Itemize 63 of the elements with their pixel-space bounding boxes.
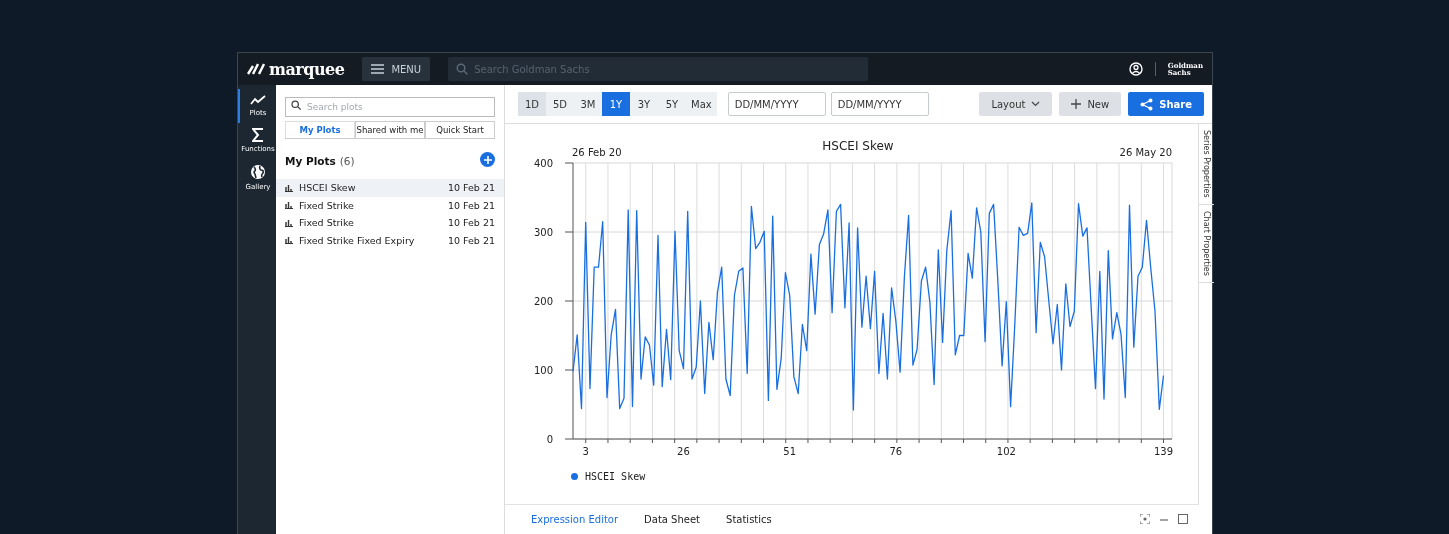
range-button[interactable]: 3M (574, 92, 602, 116)
y-tick-label: 300 (533, 226, 553, 238)
start-date-label: 26 Feb 20 (572, 147, 622, 158)
plot-list-item[interactable]: Fixed Strike 10 Feb 21 (276, 214, 504, 232)
range-button[interactable]: 5D (546, 92, 574, 116)
range-button[interactable]: 1D (518, 92, 546, 116)
tab[interactable]: Expression Editor (523, 513, 627, 525)
side-tab[interactable]: Chart Properties (1199, 204, 1214, 283)
logo-text: marquee (269, 59, 345, 79)
menu-icon (371, 64, 385, 74)
side-tab[interactable]: Series Properties (1199, 124, 1214, 205)
range-button[interactable]: 3Y (630, 92, 658, 116)
x-tick-label: 102 (996, 446, 1016, 457)
add-button[interactable] (480, 152, 495, 167)
tab[interactable]: My Plots (285, 121, 355, 138)
y-tick-label: 100 (533, 364, 553, 376)
chart-title: HSCEI Skew (822, 139, 894, 153)
sigma-icon (252, 128, 264, 142)
plot-list-item[interactable]: Fixed Strike Fixed Expiry 10 Feb 21 (276, 231, 504, 249)
trend-line-icon (250, 94, 266, 106)
bar-chart-icon (285, 218, 293, 227)
slashes-logo-icon (247, 63, 265, 75)
section-title: My Plots (285, 155, 336, 167)
bar-chart-icon (285, 183, 293, 192)
y-tick-label: 0 (546, 433, 553, 445)
y-tick-label: 400 (533, 157, 553, 169)
plot-list-item[interactable]: HSCEI Skew 10 Feb 21 (276, 179, 504, 197)
new-button[interactable]: New (1059, 92, 1122, 116)
range-button[interactable]: Max (686, 92, 717, 116)
x-tick-label: 139 (1153, 446, 1174, 457)
bar-chart-icon (285, 201, 293, 210)
chevron-down-icon (1031, 101, 1041, 107)
legend-label: HSCEI Skew (585, 471, 646, 482)
x-tick-label: 76 (889, 446, 903, 457)
y-tick-label: 200 (533, 295, 553, 307)
x-tick-label: 26 (677, 446, 690, 457)
plus-icon (483, 155, 492, 164)
plot-list-item[interactable]: Fixed Strike 10 Feb 21 (276, 196, 504, 214)
globe-icon (250, 164, 266, 180)
range-button[interactable]: 1Y (602, 92, 630, 116)
tab[interactable]: Data Sheet (636, 513, 709, 525)
date-field[interactable]: DD/MM/YYYY (830, 92, 929, 116)
bar-chart-icon (285, 236, 293, 245)
end-date-label: 26 May 20 (1119, 147, 1172, 158)
share-icon (1140, 97, 1154, 111)
x-tick-label: 3 (582, 446, 589, 457)
menu-button[interactable]: MENU (362, 57, 431, 81)
share-button[interactable]: Share (1128, 92, 1204, 116)
maximize-icon[interactable] (1178, 514, 1188, 524)
x-tick-label: 51 (783, 446, 797, 457)
focus-icon[interactable] (1140, 514, 1150, 524)
range-button[interactable]: 5Y (658, 92, 686, 116)
plot-count: (6) (339, 155, 355, 167)
tab[interactable]: Statistics (718, 513, 780, 525)
date-field[interactable]: DD/MM/YYYY (727, 92, 826, 116)
tab[interactable]: Quick Start (425, 121, 495, 138)
search-field[interactable]: Search plots (285, 97, 495, 117)
tab[interactable]: Shared with me (355, 121, 425, 138)
layout-button[interactable]: Layout (979, 92, 1053, 116)
search-icon (291, 100, 301, 110)
plus-icon (1071, 99, 1082, 109)
user-icon[interactable] (1128, 62, 1143, 76)
search-icon (456, 63, 469, 75)
